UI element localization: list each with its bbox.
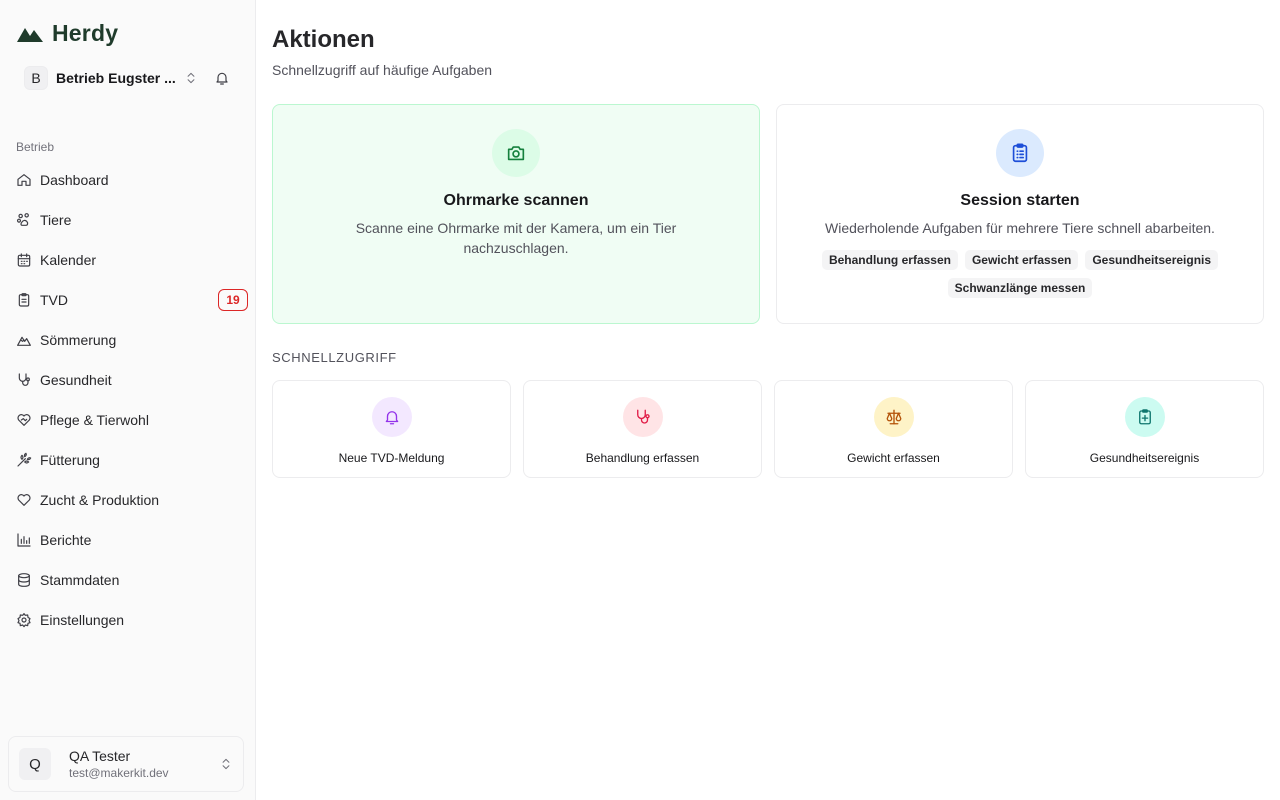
quick-action-label: Gewicht erfassen (847, 451, 940, 465)
brand-name: Herdy (52, 20, 119, 46)
sidebar-item-stammdaten[interactable]: Stammdaten (8, 560, 248, 600)
sidebar-item-dashboard[interactable]: Dashboard (8, 160, 248, 200)
nav-section-label: Betrieb (16, 140, 55, 154)
sidebar-item-label: Dashboard (40, 172, 109, 188)
sidebar-item-label: Gesundheit (40, 372, 112, 388)
sidebar-item-label: Berichte (40, 532, 92, 548)
session-tag: Behandlung erfassen (821, 250, 958, 270)
tvd-count-badge: 19 (218, 289, 248, 311)
sidebar-item-tiere[interactable]: Tiere (8, 200, 248, 240)
quick-action-label: Gesundheitsereignis (1089, 451, 1200, 465)
clipboard-icon (18, 293, 30, 307)
home-icon (17, 174, 31, 186)
sidebar-item-label: Pflege & Tierwohl (40, 412, 149, 428)
mountain-logo-icon (17, 27, 43, 42)
settings-icon (17, 613, 31, 628)
sidebar-item-label: Kalender (40, 252, 97, 268)
session-card-description: Wiederholende Aufgaben für mehrere Tiere… (825, 220, 1215, 236)
sidebar-item-label: Fütterung (40, 452, 100, 468)
quick-icon-circle (1124, 397, 1165, 437)
sidebar-item-kalender[interactable]: Kalender (8, 240, 248, 280)
stethoscope-icon (18, 373, 30, 386)
sidebar-item-tvd[interactable]: TVD 19 (8, 280, 248, 320)
org-avatar: B (24, 66, 48, 90)
session-task-tags: Behandlung erfassen Gewicht erfassen Ges… (810, 250, 1230, 298)
chevrons-up-down-icon (222, 758, 230, 770)
start-session-card[interactable]: Session starten Wiederholende Aufgaben f… (776, 104, 1264, 324)
wheat-icon (17, 452, 32, 467)
sidebar-item-label: Stammdaten (40, 572, 120, 588)
session-tag: Schwanzlänge messen (947, 278, 1093, 298)
session-tag: Gewicht erfassen (964, 250, 1079, 270)
scan-icon-circle (492, 129, 540, 177)
camera-icon (507, 146, 525, 161)
user-email: test@makerkit.dev (69, 766, 169, 780)
sidebar-item-einstellungen[interactable]: Einstellungen (8, 600, 248, 640)
quick-action-record-treatment[interactable]: Behandlung erfassen (523, 380, 762, 478)
sidebar-item-fuetterung[interactable]: Fütterung (8, 440, 248, 480)
sidebar-item-label: Zucht & Produktion (40, 492, 160, 508)
sidebar-item-pflege-tierwohl[interactable]: Pflege & Tierwohl (8, 400, 248, 440)
brand[interactable]: Herdy (16, 20, 118, 47)
bell-icon (385, 411, 398, 425)
scale-icon (886, 409, 901, 425)
sidebar-item-label: Sömmerung (40, 332, 117, 348)
sidebar-item-berichte[interactable]: Berichte (8, 520, 248, 560)
clipboard-plus-icon (1138, 409, 1151, 425)
quick-icon-circle (873, 397, 914, 437)
quick-access-heading: SCHNELLZUGRIFF (272, 350, 397, 365)
session-tag: Gesundheitsereignis (1085, 250, 1219, 270)
heart-icon (17, 494, 31, 506)
quick-icon-circle (371, 397, 412, 437)
sidebar-item-label: Tiere (40, 212, 72, 228)
quick-action-label: Neue TVD-Meldung (338, 451, 445, 465)
scan-card-description: Scanne eine Ohrmarke mit der Kamera, um … (355, 220, 677, 256)
user-name: QA Tester (69, 748, 131, 764)
quick-action-new-tvd-report[interactable]: Neue TVD-Meldung (272, 380, 511, 478)
bar-chart-icon (17, 533, 31, 547)
main-content: Aktionen Schnellzugriff auf häufige Aufg… (256, 0, 1280, 800)
database-icon (18, 573, 30, 587)
organization-switcher[interactable]: B Betrieb Eugster ... (16, 62, 240, 94)
sidebar-nav: Dashboard Tiere Kalender TVD 19 Sömmerun… (8, 160, 248, 640)
quick-icon-circle (622, 397, 663, 437)
stethoscope-icon (636, 409, 650, 424)
calendar-icon (17, 253, 31, 267)
quick-actions-grid: Neue TVD-Meldung Behandlung erfassen Gew… (272, 380, 1264, 478)
user-menu[interactable]: Q QA Tester test@makerkit.dev (8, 736, 244, 792)
notifications-bell-icon[interactable] (214, 70, 230, 86)
session-card-title: Session starten (960, 192, 1080, 209)
sidebar-item-soemmerung[interactable]: Sömmerung (8, 320, 248, 360)
scan-card-title: Ohrmarke scannen (443, 192, 589, 209)
heart-handshake-icon (17, 414, 31, 426)
clipboard-list-icon (1012, 143, 1028, 163)
org-name: Betrieb Eugster ... (56, 70, 176, 86)
sidebar-item-gesundheit[interactable]: Gesundheit (8, 360, 248, 400)
session-icon-circle (996, 129, 1044, 177)
sidebar-item-label: Einstellungen (40, 612, 125, 628)
page-title: Aktionen (272, 26, 375, 53)
paw-icon (16, 213, 29, 226)
sidebar-item-label: TVD (40, 292, 68, 308)
scan-ear-tag-card[interactable]: Ohrmarke scannen Scanne eine Ohrmarke mi… (272, 104, 760, 324)
avatar: Q (19, 748, 51, 780)
mountain-icon (17, 336, 31, 346)
page-subtitle: Schnellzugriff auf häufige Aufgaben (272, 62, 493, 78)
quick-action-record-weight[interactable]: Gewicht erfassen (774, 380, 1013, 478)
chevrons-up-down-icon (187, 72, 195, 84)
sidebar: Herdy B Betrieb Eugster ... Betrieb Dash… (0, 0, 256, 800)
quick-action-label: Behandlung erfassen (585, 451, 700, 465)
sidebar-item-zucht-produktion[interactable]: Zucht & Produktion (8, 480, 248, 520)
quick-action-health-event[interactable]: Gesundheitsereignis (1025, 380, 1264, 478)
